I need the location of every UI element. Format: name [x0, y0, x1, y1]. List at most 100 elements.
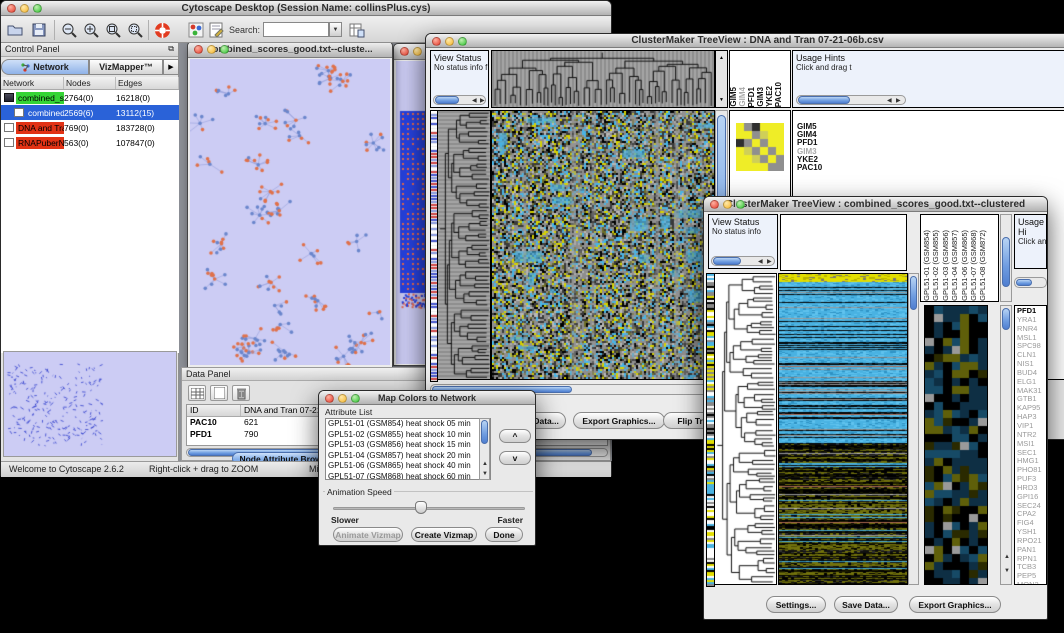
- network-list-header[interactable]: Network Nodes Edges: [1, 77, 179, 90]
- window-controls[interactable]: [7, 4, 42, 13]
- tab-network[interactable]: Network: [1, 59, 89, 75]
- tv1-mini-scroll[interactable]: ▲ ▼: [715, 50, 728, 108]
- network-list-row[interactable]: RNAPuberNov2+ 563(0) 107847(0): [1, 135, 179, 150]
- zoom-heatmap-canvas[interactable]: [925, 306, 987, 584]
- annotation-icon[interactable]: [207, 21, 225, 39]
- column-label[interactable]: GPL51-08 (GSM872): [978, 230, 987, 301]
- minimize-icon[interactable]: [207, 45, 216, 54]
- minimize-icon[interactable]: [338, 394, 347, 403]
- scroll-left-icon[interactable]: ◀: [758, 259, 763, 265]
- animate-vizmap-button[interactable]: Animate Vizmap: [333, 527, 403, 542]
- tv2-titlebar[interactable]: ClusterMaker TreeView : combined_scores_…: [704, 197, 1047, 212]
- row-label[interactable]: GIM5: [797, 123, 1064, 131]
- tv2-main-vscrollbar[interactable]: [908, 273, 919, 585]
- scroll-down-icon[interactable]: ▼: [482, 471, 488, 477]
- column-label[interactable]: GPL51-01 (GSM854): [922, 230, 931, 301]
- save-icon[interactable]: [30, 21, 48, 39]
- row-dendrogram-canvas[interactable]: [438, 111, 490, 379]
- zoom-window-icon[interactable]: [458, 37, 467, 46]
- search-dropdown-icon[interactable]: ▼: [329, 22, 342, 37]
- main-titlebar[interactable]: Cytoscape Desktop (Session Name: collins…: [1, 1, 611, 16]
- table-mode-icon[interactable]: [188, 385, 206, 401]
- scroll-left-icon[interactable]: ◀: [472, 98, 477, 104]
- delete-attribute-icon[interactable]: [232, 385, 250, 401]
- column-label[interactable]: GPL51-02 (GSM855): [931, 230, 940, 301]
- new-attribute-icon[interactable]: [210, 385, 228, 401]
- attribute-list-item[interactable]: GPL51-04 (GSM857) heat shock 20 min: [326, 451, 490, 462]
- tv1-status-hscrollbar[interactable]: ◀ ▶: [433, 95, 486, 105]
- tv2-save-data-button[interactable]: Save Data...: [834, 596, 898, 613]
- row-label[interactable]: GIM3: [797, 148, 1064, 156]
- attribute-browser-icon[interactable]: [348, 21, 366, 39]
- network-list-row[interactable]: combined_scores 2764(0) 16218(0): [1, 90, 179, 105]
- network-canvas[interactable]: [190, 59, 390, 365]
- tv1-row-dendrogram-panel[interactable]: [437, 110, 491, 380]
- tab-overflow-icon[interactable]: ▶: [163, 59, 179, 75]
- zoom-window-icon[interactable]: [736, 200, 745, 209]
- tv2-zoom-vscrollbar[interactable]: ▲ ▼: [1000, 305, 1012, 585]
- animation-speed-slider-thumb[interactable]: [415, 501, 427, 514]
- tv1-export-graphics-button[interactable]: Export Graphics...: [573, 412, 665, 429]
- scroll-left-icon[interactable]: ◀: [887, 98, 892, 104]
- close-icon[interactable]: [710, 200, 719, 209]
- zoom-window-icon[interactable]: [33, 4, 42, 13]
- attribute-list-item[interactable]: GPL51-07 (GSM868) heat shock 60 min: [326, 472, 490, 481]
- tab-vizmapper[interactable]: VizMapper™: [89, 59, 163, 75]
- scroll-right-icon[interactable]: ▶: [480, 98, 485, 104]
- attribute-list-item[interactable]: GPL51-06 (GSM865) heat shock 40 min: [326, 461, 490, 472]
- tv1-hints-hscrollbar[interactable]: ◀ ▶: [796, 95, 906, 105]
- zoom-in-icon[interactable]: [82, 21, 100, 39]
- move-up-button[interactable]: ^: [499, 429, 531, 443]
- network-list-row[interactable]: DNA and Tran 07 769(0) 183728(0): [1, 120, 179, 135]
- minimize-icon[interactable]: [723, 200, 732, 209]
- attribute-list-item[interactable]: GPL51-03 (GSM856) heat shock 15 min: [326, 440, 490, 451]
- gene-label[interactable]: MON2: [1017, 581, 1046, 585]
- zoom-out-icon[interactable]: [60, 21, 78, 39]
- tv2-zoom-heatmap-panel[interactable]: [924, 305, 988, 585]
- minimize-icon[interactable]: [413, 47, 422, 56]
- tv2-settings-button[interactable]: Settings...: [766, 596, 826, 613]
- float-panel-icon[interactable]: ⧉: [168, 44, 174, 55]
- zoom-window-icon[interactable]: [351, 394, 360, 403]
- tv1-heatmap-panel[interactable]: [491, 110, 715, 380]
- tv1-titlebar[interactable]: ClusterMaker TreeView : DNA and Tran 07-…: [426, 34, 1064, 48]
- zoom-selected-icon[interactable]: [126, 21, 144, 39]
- tv1-column-dendrogram-panel[interactable]: [491, 50, 715, 108]
- row-label[interactable]: YKE2: [797, 156, 1064, 164]
- close-icon[interactable]: [194, 45, 203, 54]
- minimize-icon[interactable]: [445, 37, 454, 46]
- create-vizmap-button[interactable]: Create Vizmap: [411, 527, 477, 542]
- tv2-column-tree-panel[interactable]: [780, 214, 907, 271]
- scroll-up-icon[interactable]: ▲: [482, 461, 488, 467]
- dialog-titlebar[interactable]: Map Colors to Network: [319, 391, 535, 405]
- close-icon[interactable]: [432, 37, 441, 46]
- scroll-up-icon[interactable]: ▲: [1004, 554, 1010, 560]
- scroll-right-icon[interactable]: ▶: [767, 259, 772, 265]
- animation-speed-slider-track[interactable]: [333, 507, 525, 510]
- vizmapper-icon[interactable]: [187, 21, 205, 39]
- move-down-button[interactable]: v: [499, 451, 531, 465]
- close-icon[interactable]: [325, 394, 334, 403]
- row-label[interactable]: GIM4: [797, 131, 1064, 139]
- tv2-export-graphics-button[interactable]: Export Graphics...: [909, 596, 1001, 613]
- tv2-row-dendrogram-panel[interactable]: [714, 273, 777, 585]
- network-overview-thumbnail[interactable]: [3, 351, 177, 457]
- scroll-up-icon[interactable]: ▲: [719, 55, 724, 61]
- column-label[interactable]: GPL51-04 (GSM857): [950, 230, 959, 301]
- search-input[interactable]: [263, 22, 329, 37]
- close-icon[interactable]: [7, 4, 16, 13]
- column-label[interactable]: GPL51-06 (GSM865): [960, 230, 969, 301]
- network-list-row[interactable]: combined_sco 2569(6) 13112(15): [1, 105, 179, 120]
- heatmap-canvas[interactable]: [779, 274, 907, 584]
- zoom-window-icon[interactable]: [220, 45, 229, 54]
- summary-matrix-canvas[interactable]: [736, 123, 784, 171]
- scroll-down-icon[interactable]: ▼: [719, 97, 724, 103]
- scroll-right-icon[interactable]: ▶: [896, 98, 901, 104]
- column-dendrogram-canvas[interactable]: [492, 51, 714, 107]
- column-label[interactable]: PAC10: [775, 82, 784, 107]
- scroll-down-icon[interactable]: ▼: [1004, 568, 1010, 574]
- row-label[interactable]: PAC10: [797, 164, 1064, 172]
- done-button[interactable]: Done: [485, 527, 523, 542]
- close-icon[interactable]: [400, 47, 409, 56]
- tv2-labels-vscrollbar[interactable]: [1000, 214, 1012, 302]
